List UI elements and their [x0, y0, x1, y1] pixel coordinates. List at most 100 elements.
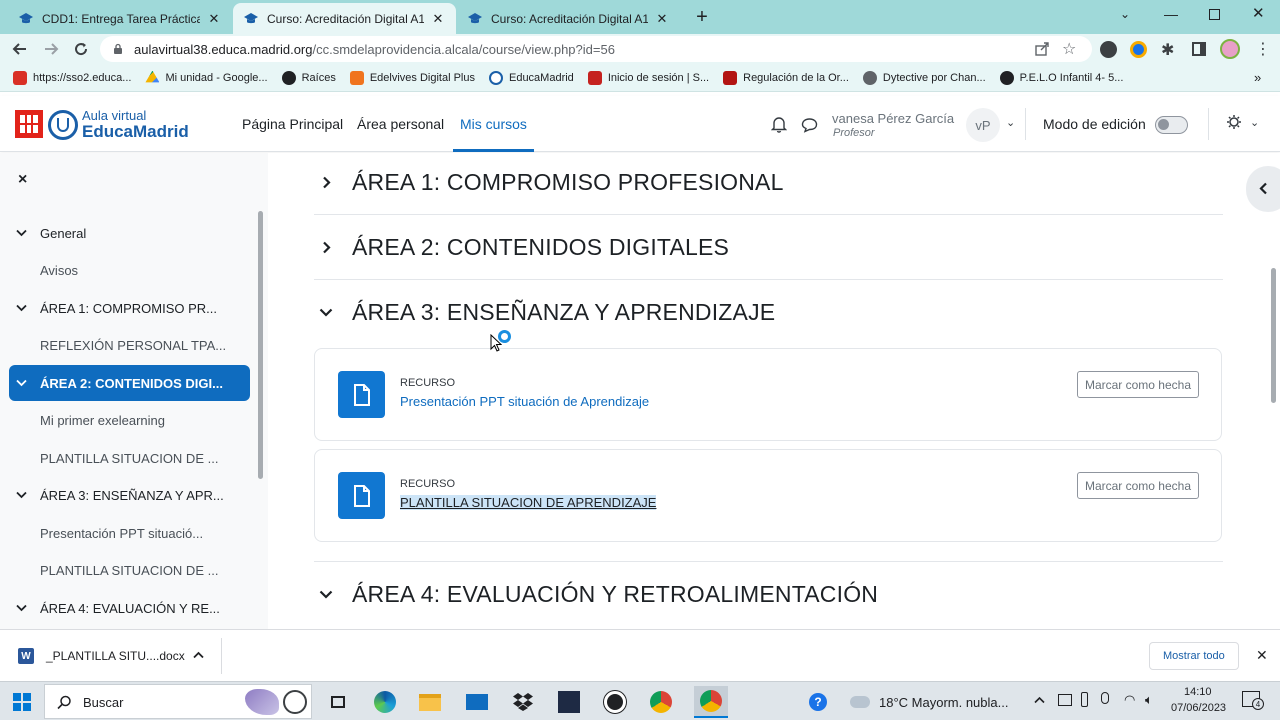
close-icon[interactable]: ✕ — [206, 11, 222, 27]
back-arrow-icon[interactable] — [9, 38, 31, 60]
gear-icon[interactable] — [1226, 114, 1242, 135]
mark-as-done-button[interactable]: Marcar como hecha — [1076, 472, 1199, 499]
kebab-menu-icon[interactable]: ⋮ — [1255, 39, 1271, 59]
side-panel-icon[interactable] — [1192, 42, 1206, 56]
course-index-item[interactable]: Mi primer exelearning — [0, 402, 250, 438]
battery-icon[interactable] — [1081, 692, 1088, 707]
course-index-section-area3[interactable]: ÁREA 3: ENSEÑANZA Y APR... — [0, 477, 250, 513]
bookmark-item[interactable]: Dytective por Chan... — [856, 70, 993, 85]
course-index-item[interactable]: PLANTILLA SITUACION DE ... — [0, 440, 250, 476]
chevron-down-icon[interactable] — [16, 379, 36, 387]
share-icon[interactable] — [1034, 41, 1050, 60]
edge-browser-icon[interactable] — [373, 690, 397, 714]
browser-tab-2[interactable]: Curso: Acreditación Digital A1-A ✕ — [233, 3, 456, 34]
file-document-icon[interactable] — [338, 371, 385, 418]
download-file-name[interactable]: _PLANTILLA SITU....docx — [46, 649, 185, 663]
section-area-4[interactable]: ÁREA 4: EVALUACIÓN Y RETROALIMENTACIÓN — [314, 574, 878, 614]
extension-icon[interactable] — [1100, 41, 1117, 58]
chevron-down-icon[interactable]: ⌄ — [1120, 7, 1130, 21]
section-area-3[interactable]: ÁREA 3: ENSEÑANZA Y APRENDIZAJE — [314, 292, 775, 332]
extension-icon[interactable] — [1130, 41, 1147, 58]
drawer-scrollbar[interactable] — [258, 211, 263, 479]
chevron-down-icon[interactable]: ⌄ — [1250, 116, 1259, 129]
chevron-up-icon[interactable] — [1034, 692, 1045, 707]
bookmark-item[interactable]: EducaMadrid — [482, 70, 581, 85]
chevron-down-icon[interactable] — [314, 590, 338, 599]
close-icon[interactable]: ✕ — [1256, 647, 1268, 664]
browser-tab-3[interactable]: Curso: Acreditación Digital A1-A ✕ — [457, 3, 680, 34]
nav-pagina-principal[interactable]: Página Principal — [242, 116, 343, 132]
windows-start-icon[interactable] — [10, 690, 34, 714]
new-tab-button[interactable]: + — [690, 5, 714, 29]
reload-icon[interactable] — [70, 38, 92, 60]
close-icon[interactable]: ✕ — [654, 11, 670, 27]
minimize-icon[interactable]: — — [1164, 6, 1178, 22]
course-index-item[interactable]: Avisos — [0, 252, 250, 288]
course-index-item[interactable]: Presentación PPT situació... — [0, 515, 250, 551]
bookmark-item[interactable]: Regulación de la Or... — [716, 70, 856, 85]
browser-tab-1[interactable]: CDD1: Entrega Tarea Práctica 3 - ✕ — [8, 3, 232, 34]
course-index-item[interactable]: REFLEXIÓN PERSONAL TPA... — [0, 327, 250, 363]
nav-area-personal[interactable]: Área personal — [357, 116, 444, 132]
close-drawer-icon[interactable]: × — [18, 171, 27, 189]
show-all-downloads-button[interactable]: Mostrar todo — [1149, 642, 1239, 670]
course-index-section-area2[interactable]: ÁREA 2: CONTENIDOS DIGI... — [9, 365, 250, 401]
mark-as-done-button[interactable]: Marcar como hecha — [1076, 371, 1199, 398]
close-icon[interactable]: ✕ — [430, 11, 446, 27]
nav-mis-cursos[interactable]: Mis cursos — [460, 116, 527, 132]
chevron-down-icon[interactable] — [314, 308, 338, 317]
chevron-down-icon[interactable] — [16, 491, 36, 499]
block-drawer-toggle[interactable] — [1246, 166, 1280, 212]
forward-arrow-icon[interactable] — [40, 38, 62, 60]
chrome-browser-active-icon[interactable] — [694, 686, 728, 718]
avatar[interactable]: vP — [966, 108, 1000, 142]
section-area-1[interactable]: ÁREA 1: COMPROMISO PROFESIONAL — [314, 162, 784, 202]
course-index-section-area4[interactable]: ÁREA 4: EVALUACIÓN Y RE... — [0, 590, 250, 626]
chat-bubble-icon[interactable] — [801, 117, 818, 138]
wifi-icon[interactable]: ◠ — [1124, 692, 1135, 708]
course-index-section-area1[interactable]: ÁREA 1: COMPROMISO PR... — [0, 290, 250, 326]
section-area-2[interactable]: ÁREA 2: CONTENIDOS DIGITALES — [314, 227, 729, 267]
bookmark-item[interactable]: Raíces — [275, 70, 343, 85]
obs-app-icon[interactable] — [603, 690, 627, 714]
chevron-down-icon[interactable] — [16, 604, 36, 612]
chevron-up-icon[interactable] — [193, 647, 204, 662]
bookmark-item[interactable]: Inicio de sesión | S... — [581, 70, 716, 85]
activity-link[interactable]: PLANTILLA SITUACION DE APRENDIZAJE — [400, 495, 657, 510]
bookmark-star-icon[interactable]: ☆ — [1062, 39, 1076, 59]
task-view-icon[interactable] — [326, 690, 350, 714]
course-index-item[interactable]: PLANTILLA SITUACION DE ... — [0, 552, 250, 588]
profile-avatar[interactable] — [1220, 39, 1240, 59]
chevron-down-icon[interactable] — [16, 304, 36, 312]
bookmark-item[interactable]: https://sso2.educa... — [6, 70, 138, 85]
bookmark-item[interactable]: P.E.L.O Infantil 4- 5... — [993, 70, 1131, 85]
file-document-icon[interactable] — [338, 472, 385, 519]
visual-studio-icon[interactable] — [557, 690, 581, 714]
taskbar-search-box[interactable]: Buscar — [44, 684, 312, 719]
chevron-right-icon[interactable] — [314, 241, 338, 254]
more-bookmarks-button[interactable]: » — [1254, 70, 1261, 85]
file-explorer-icon[interactable] — [418, 690, 442, 714]
edit-mode-toggle[interactable] — [1155, 116, 1188, 134]
course-index-section-general[interactable]: General — [0, 215, 250, 251]
notifications-icon[interactable]: 4 — [1242, 691, 1264, 710]
clock-date[interactable]: 07/06/2023 — [1171, 702, 1226, 714]
mail-icon[interactable] — [465, 690, 489, 714]
user-menu-chevron-down-icon[interactable]: ⌄ — [1006, 116, 1015, 129]
address-bar[interactable]: aulavirtual38.educa.madrid.org/cc.smdela… — [100, 36, 1092, 62]
maximize-icon[interactable] — [1209, 9, 1220, 20]
main-scrollbar[interactable] — [1271, 268, 1276, 403]
dropbox-icon[interactable] — [511, 690, 535, 714]
help-icon[interactable]: ? — [806, 690, 830, 714]
bell-icon[interactable] — [770, 116, 788, 138]
microphone-icon[interactable] — [1101, 692, 1109, 704]
chevron-right-icon[interactable] — [314, 176, 338, 189]
volume-icon[interactable]: 🔈︎ — [1145, 692, 1153, 708]
puzzle-icon[interactable]: ✱ — [1161, 40, 1174, 60]
chrome-browser-icon[interactable] — [649, 690, 673, 714]
activity-link[interactable]: Presentación PPT situación de Aprendizaj… — [400, 394, 649, 409]
bookmark-item[interactable]: Edelvives Digital Plus — [343, 70, 482, 85]
window-close-icon[interactable]: ✕ — [1252, 4, 1265, 22]
clock-time[interactable]: 14:10 — [1184, 686, 1212, 698]
weather-text[interactable]: 18°C Mayorm. nubla... — [879, 695, 1008, 710]
